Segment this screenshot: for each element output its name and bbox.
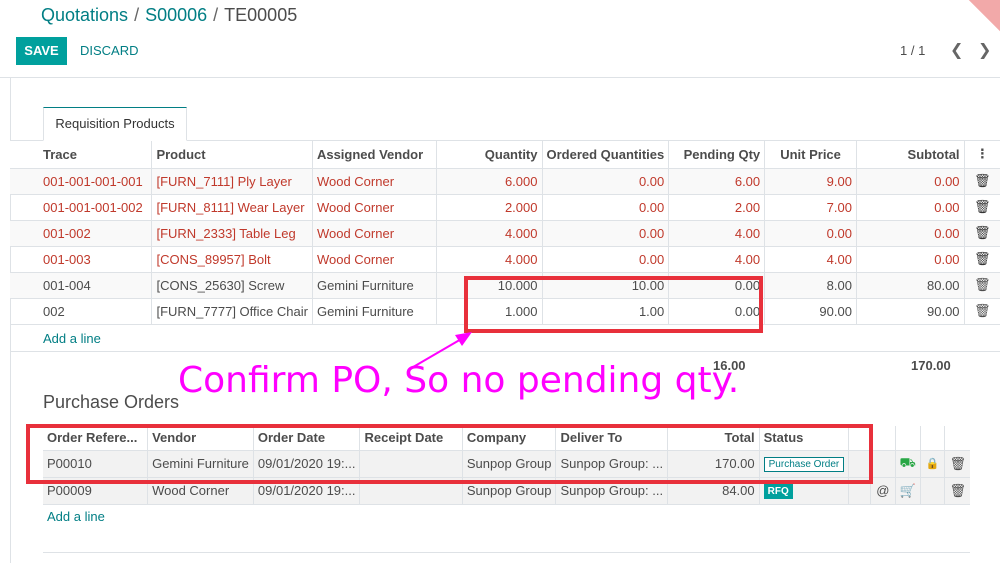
- annotation-text: Confirm PO, So no pending qty.: [178, 360, 740, 401]
- annotation-arrow: [407, 332, 472, 371]
- tab-requisition-products[interactable]: Requisition Products: [43, 107, 187, 141]
